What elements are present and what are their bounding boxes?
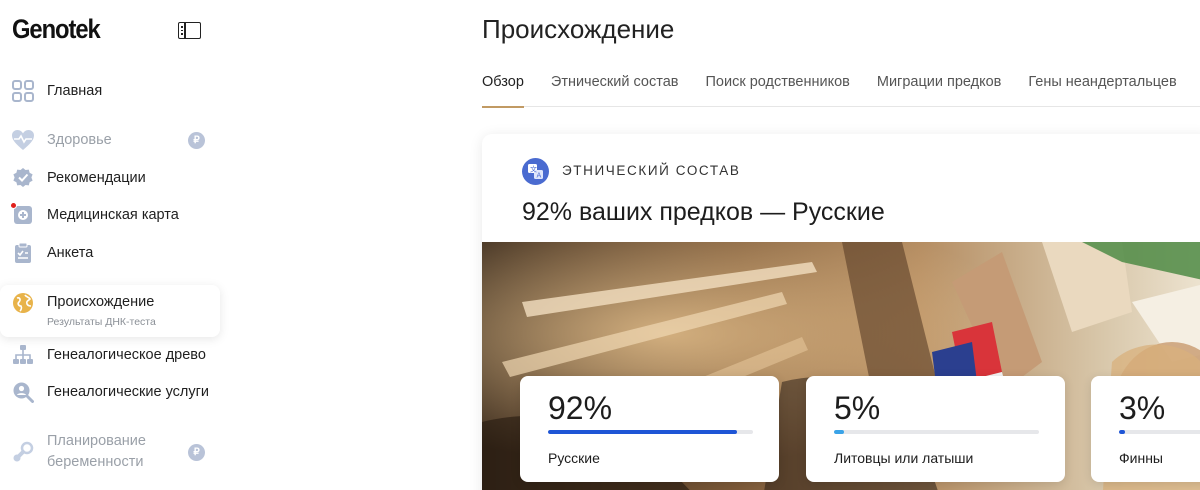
stat-progress-bar: [548, 430, 753, 434]
stat-progress-bar: [1119, 430, 1200, 434]
tab-ethnic-composition[interactable]: Этнический состав: [551, 64, 679, 107]
sidebar-item-label: Медицинская карта: [47, 207, 179, 223]
dashboard-icon: [11, 79, 35, 103]
sidebar-item-label: Главная: [47, 83, 103, 99]
stat-ethnicity-name: Литовцы или латыши: [834, 450, 974, 466]
globe-icon: [11, 291, 35, 315]
stat-ethnicity-name: Русские: [548, 450, 600, 466]
stat-ethnicity-name: Финны: [1119, 450, 1163, 466]
card-kicker: ЭТНИЧЕСКИЙ СОСТАВ: [562, 163, 741, 178]
pacifier-icon: [11, 440, 35, 464]
sidebar-item-label: Генеалогические услуги: [47, 384, 209, 400]
svg-text:A: A: [537, 172, 542, 180]
sidebar-item-questionnaire[interactable]: Анкета: [0, 236, 220, 270]
ethnic-composition-card: 文A ЭТНИЧЕСКИЙ СОСТАВ 92% ваших предков —…: [482, 134, 1200, 490]
sidebar-item-label: Генеалогическое древо: [47, 347, 206, 363]
stat-percent: 92%: [548, 390, 613, 426]
ethnicity-stat-card[interactable]: 5% Литовцы или латыши: [806, 376, 1065, 482]
sidebar-item-label: Планирование беременности: [47, 433, 146, 470]
stat-progress-fill: [834, 430, 845, 434]
ethnicity-stat-card[interactable]: 3% Финны: [1091, 376, 1200, 482]
check-badge-icon: [11, 166, 35, 190]
person-search-icon: [11, 380, 35, 404]
stat-progress-fill: [1119, 430, 1126, 434]
sidebar: Genotek Главная Здоровье ₽ Рекомендации …: [0, 0, 232, 490]
sidebar-item-recommendations[interactable]: Рекомендации: [0, 161, 220, 195]
ethnicity-stat-card[interactable]: 92% Русские: [520, 376, 779, 482]
sidebar-item-label: Происхождение: [47, 294, 155, 310]
sidebar-item-home[interactable]: Главная: [0, 74, 220, 108]
card-headline: 92% ваших предков — Русские: [522, 198, 885, 226]
stat-progress-bar: [834, 430, 1039, 434]
paid-badge: ₽: [188, 443, 205, 461]
notification-dot: [10, 202, 17, 209]
sidebar-item-health[interactable]: Здоровье ₽: [0, 123, 220, 157]
stat-percent: 3%: [1119, 390, 1166, 426]
sidebar-item-pregnancy-planning[interactable]: Планирование беременности ₽: [0, 428, 220, 476]
tab-neanderthal-genes[interactable]: Гены неандертальцев: [1028, 64, 1176, 107]
stat-progress-fill: [548, 430, 737, 434]
page-title: Происхождение: [482, 14, 675, 44]
family-tree-icon: [11, 343, 35, 367]
sidebar-item-family-tree[interactable]: Генеалогическое древо: [0, 338, 220, 372]
clipboard-icon: [11, 241, 35, 265]
tab-ancestral-migrations[interactable]: Миграции предков: [877, 64, 1002, 107]
sidebar-item-label: Анкета: [47, 245, 94, 261]
paid-badge: ₽: [188, 131, 205, 149]
sidebar-item-sublabel: Результаты ДНК-теста: [47, 316, 156, 328]
sidebar-item-label: Рекомендации: [47, 170, 146, 186]
tab-relative-search[interactable]: Поиск родственников: [705, 64, 849, 107]
tab-overview[interactable]: Обзор: [482, 64, 524, 108]
sidebar-item-genealogy-services[interactable]: Генеалогические услуги: [0, 375, 220, 409]
sidebar-item-origin[interactable]: Происхождение Результаты ДНК-теста: [0, 285, 220, 337]
tab-bar: Обзор Этнический состав Поиск родственни…: [482, 64, 1200, 108]
stat-percent: 5%: [834, 390, 881, 426]
translate-icon: 文A: [522, 158, 549, 185]
sidebar-item-medical-card[interactable]: Медицинская карта: [0, 198, 220, 232]
heart-pulse-icon: [11, 128, 35, 152]
logo[interactable]: Genotek: [12, 14, 101, 45]
sidebar-collapse-icon[interactable]: [178, 22, 201, 39]
sidebar-item-label: Здоровье: [47, 132, 112, 148]
